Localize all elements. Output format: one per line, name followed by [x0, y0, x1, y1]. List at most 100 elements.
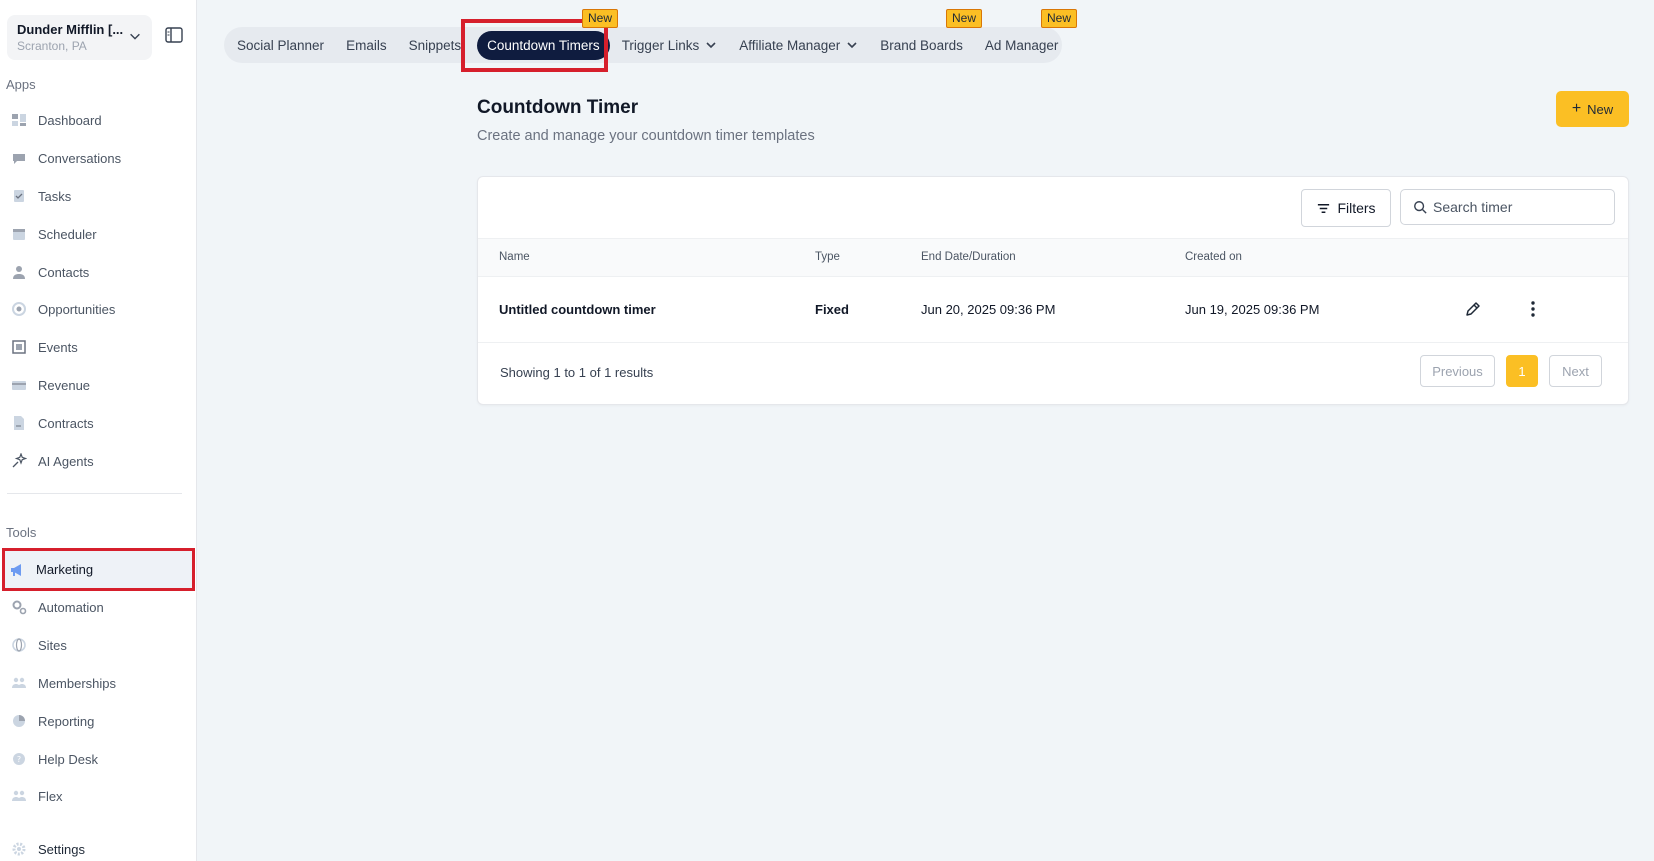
tab-snippets[interactable]: Snippets: [409, 38, 462, 53]
search-icon: [1414, 201, 1427, 214]
new-badge: New: [582, 9, 619, 28]
timer-end-date: Jun 20, 2025 09:36 PM: [921, 302, 1056, 317]
sidebar-item-sites[interactable]: Sites: [4, 628, 190, 662]
sidebar-item-settings[interactable]: Settings: [4, 832, 190, 861]
new-badge: New: [946, 9, 983, 28]
sidebar-item-dashboard[interactable]: Dashboard: [4, 103, 190, 137]
new-timer-button[interactable]: + New: [1556, 91, 1629, 127]
card-icon: [9, 376, 29, 394]
results-summary: Showing 1 to 1 of 1 results: [500, 365, 654, 380]
tab-ad-manager[interactable]: Ad Manager: [985, 38, 1059, 53]
search-box: [1400, 189, 1615, 225]
marketing-tabbar: Social Planner Emails Snippets Countdown…: [224, 27, 1062, 63]
sidebar-item-label: Automation: [38, 599, 104, 615]
chevron-down-icon: [847, 42, 857, 49]
sidebar-item-events[interactable]: Events: [4, 330, 190, 364]
column-header-type[interactable]: Type: [815, 251, 840, 263]
timer-name[interactable]: Untitled countdown timer: [499, 302, 656, 317]
sparkle-icon: [9, 452, 29, 470]
sidebar-item-help-desk[interactable]: ? Help Desk: [4, 742, 190, 776]
sidebar-item-label: Conversations: [38, 150, 122, 166]
sidebar-item-label: Reporting: [38, 713, 95, 729]
tab-emails[interactable]: Emails: [346, 38, 387, 53]
table-row[interactable]: Untitled countdown timer Fixed Jun 20, 2…: [478, 277, 1628, 343]
new-badge: New: [1041, 9, 1078, 28]
sidebar-item-tasks[interactable]: Tasks: [4, 179, 190, 213]
more-vertical-icon[interactable]: [1523, 299, 1543, 319]
next-page-button[interactable]: Next: [1549, 355, 1602, 387]
svg-text:?: ?: [17, 755, 21, 764]
timer-type: Fixed: [815, 302, 849, 317]
sidebar-item-label: AI Agents: [38, 453, 94, 469]
sidebar-item-label: Opportunities: [38, 301, 116, 317]
sidebar-item-scheduler[interactable]: Scheduler: [4, 217, 190, 251]
tab-countdown-timers[interactable]: Countdown Timers: [477, 30, 610, 60]
gear-icon: [9, 840, 29, 858]
tab-trigger-links[interactable]: Trigger Links: [622, 38, 718, 53]
column-header-name[interactable]: Name: [499, 251, 530, 263]
edit-pencil-icon[interactable]: [1463, 299, 1483, 319]
column-header-end-date[interactable]: End Date/Duration: [921, 251, 1016, 263]
location-subtitle: Scranton, PA: [17, 39, 87, 53]
dashboard-icon: [9, 111, 29, 129]
sidebar-item-label: Memberships: [38, 675, 117, 691]
apps-section-label: Apps: [6, 77, 36, 92]
sidebar-item-revenue[interactable]: Revenue: [4, 368, 190, 402]
plus-icon: +: [1571, 100, 1582, 117]
timer-created-on: Jun 19, 2025 09:36 PM: [1185, 302, 1320, 317]
sidebar-item-label: Settings: [38, 841, 85, 857]
sidebar-item-automation[interactable]: Automation: [4, 590, 190, 624]
filter-icon: [1318, 203, 1330, 213]
sidebar-item-flex[interactable]: Flex: [4, 779, 190, 813]
sidebar-item-reporting[interactable]: Reporting: [4, 704, 190, 738]
tab-label: Trigger Links: [621, 37, 700, 53]
page-subtitle: Create and manage your countdown timer t…: [477, 128, 815, 144]
previous-page-button[interactable]: Previous: [1420, 355, 1495, 387]
calendar-icon: [9, 225, 29, 243]
tools-section-label: Tools: [6, 525, 37, 540]
table-header: Name Type End Date/Duration Created on: [478, 238, 1628, 277]
sidebar-item-label: Scheduler: [38, 226, 97, 242]
filters-button[interactable]: Filters: [1301, 189, 1391, 227]
page-number-button[interactable]: 1: [1506, 355, 1538, 387]
sidebar-collapse-icon[interactable]: [165, 27, 183, 43]
chat-icon: [9, 149, 29, 167]
tab-social-planner[interactable]: Social Planner: [237, 38, 324, 53]
location-switcher[interactable]: Dunder Mifflin [... Scranton, PA: [7, 15, 152, 60]
chevron-down-icon: [706, 42, 716, 49]
user-icon: [9, 263, 29, 281]
page-title: Countdown Timer: [477, 97, 639, 118]
task-icon: [9, 187, 29, 205]
sidebar-item-contacts[interactable]: Contacts: [4, 255, 190, 289]
sidebar-item-label: Revenue: [38, 377, 91, 393]
sidebar-item-marketing[interactable]: Marketing: [2, 548, 195, 591]
sidebar-item-label: Events: [38, 339, 78, 355]
tab-affiliate-manager[interactable]: Affiliate Manager: [739, 38, 858, 53]
sidebar-item-label: Sites: [38, 637, 67, 653]
sidebar-item-memberships[interactable]: Memberships: [4, 666, 190, 700]
tab-brand-boards[interactable]: Brand Boards: [880, 38, 963, 53]
tab-label: Affiliate Manager: [739, 37, 841, 53]
sidebar-item-label: Dashboard: [38, 112, 102, 128]
target-icon: [9, 300, 29, 318]
column-header-created-on[interactable]: Created on: [1185, 251, 1242, 263]
events-icon: [9, 338, 29, 356]
sidebar-divider: [7, 493, 182, 494]
sidebar-item-contracts[interactable]: Contracts: [4, 406, 190, 440]
sidebar-item-label: Contracts: [38, 415, 94, 431]
sidebar: Dunder Mifflin [... Scranton, PA Apps Da…: [0, 0, 197, 861]
sidebar-item-label: Marketing: [36, 562, 94, 577]
new-button-label: New: [1587, 101, 1614, 117]
gears-icon: [9, 598, 29, 616]
search-input[interactable]: [1433, 199, 1603, 215]
globe-icon: [9, 636, 29, 654]
sidebar-item-ai-agents[interactable]: AI Agents: [4, 444, 190, 478]
people-icon: [9, 674, 29, 692]
pie-icon: [9, 712, 29, 730]
sidebar-item-conversations[interactable]: Conversations: [4, 141, 190, 175]
help-icon: ?: [9, 750, 29, 768]
sidebar-item-label: Contacts: [38, 264, 90, 280]
filters-label: Filters: [1337, 200, 1376, 216]
sidebar-item-label: Tasks: [38, 188, 72, 204]
sidebar-item-opportunities[interactable]: Opportunities: [4, 292, 190, 326]
